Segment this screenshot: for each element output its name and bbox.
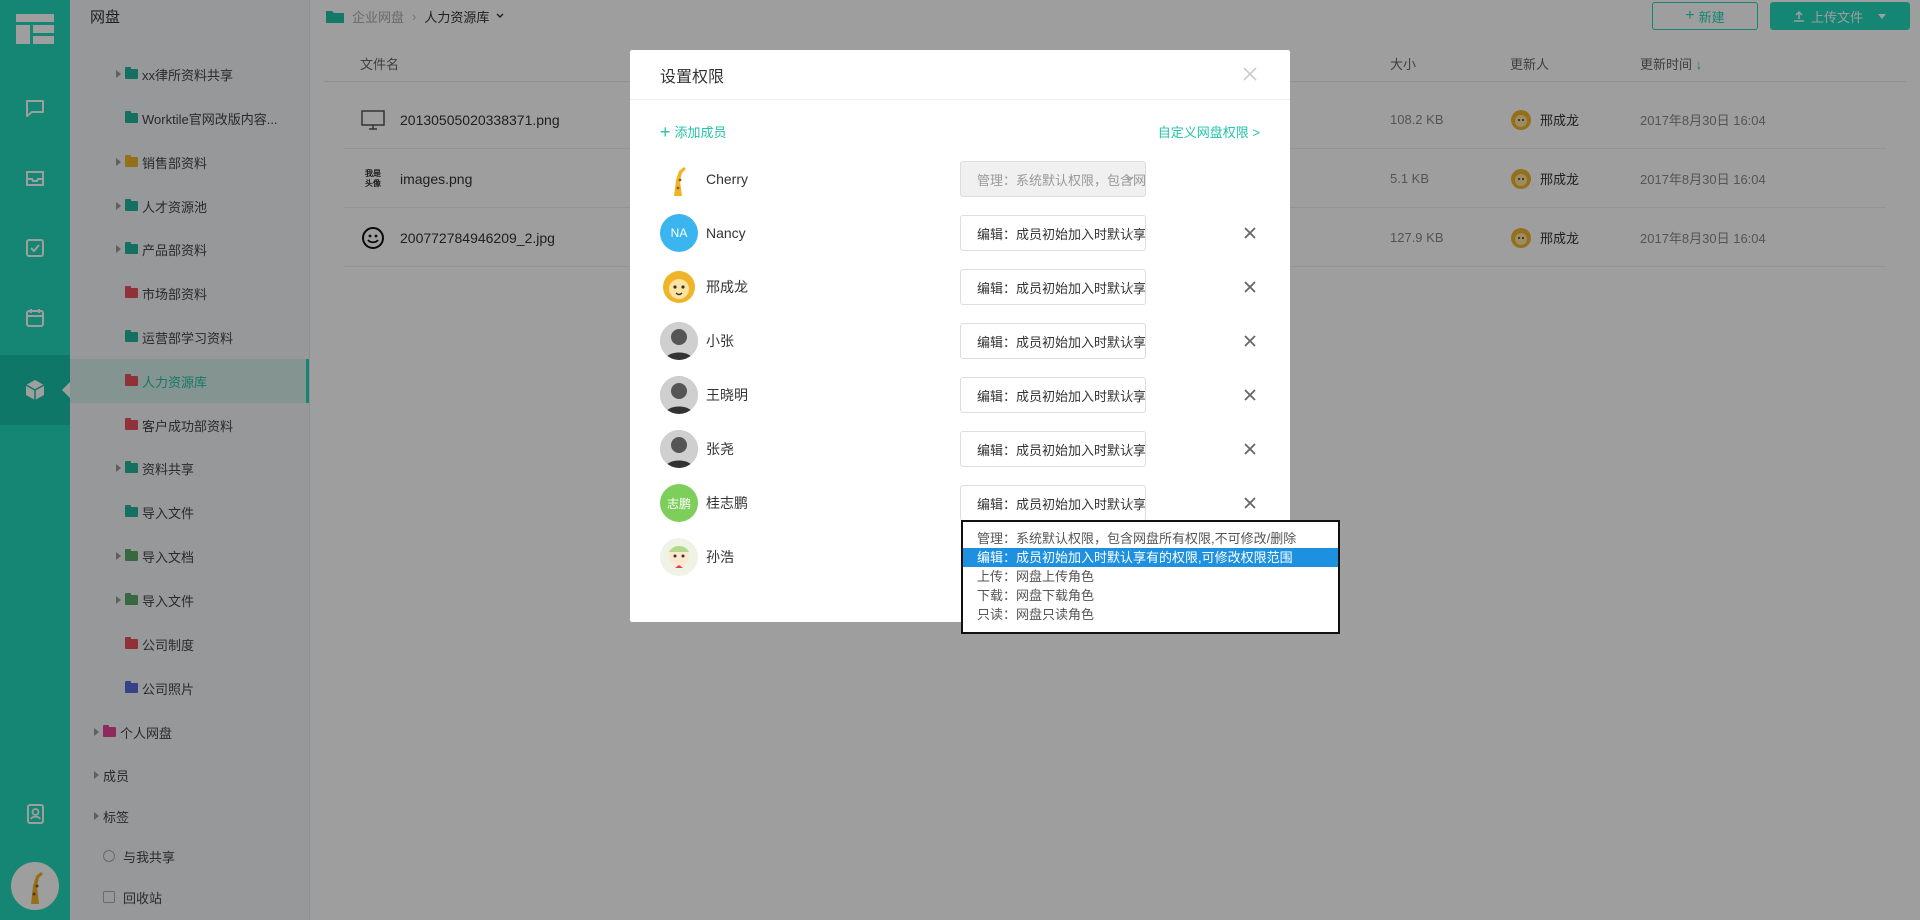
add-member-button[interactable]: + 添加成员: [660, 122, 727, 141]
member-role-value: 编辑：成员初始加入时默认享有的权限: [977, 388, 1146, 404]
member-role-value: 编辑：成员初始加入时默认享有的权限: [977, 280, 1146, 296]
custom-permission-link[interactable]: 自定义网盘权限 >: [1158, 122, 1260, 141]
remove-member-icon[interactable]: [1240, 223, 1260, 243]
add-member-label: 添加成员: [674, 125, 727, 140]
remove-member-icon[interactable]: [1240, 331, 1260, 351]
plus-icon: +: [660, 121, 671, 142]
member-role-select[interactable]: 编辑：成员初始加入时默认享有的权限: [960, 323, 1146, 359]
member-role-value: 编辑：成员初始加入时默认享有的权限: [977, 226, 1146, 242]
role-option[interactable]: 上传：网盘上传角色: [963, 567, 1338, 586]
member-name: 桂志鹏: [706, 495, 748, 511]
role-dropdown-menu: 管理：系统默认权限，包含网盘所有权限,不可修改/删除 编辑：成员初始加入时默认享有…: [961, 520, 1340, 634]
member-name: Cherry: [706, 171, 749, 187]
member-role-select[interactable]: 编辑：成员初始加入时默认享有的权限: [960, 431, 1146, 467]
member-role-select[interactable]: 编辑：成员初始加入时默认享有的权限: [960, 215, 1146, 251]
member-row: 邢成龙 编辑：成员初始加入时默认享有的权限: [660, 267, 1260, 307]
member-avatar: 志鹏: [660, 484, 698, 522]
member-avatar: [660, 160, 698, 198]
role-option[interactable]: 下载：网盘下载角色: [963, 586, 1338, 605]
chevron-down-icon: [1126, 446, 1134, 451]
member-avatar: [660, 376, 698, 414]
member-role-select[interactable]: 编辑：成员初始加入时默认享有的权限: [960, 485, 1146, 521]
chevron-down-icon: [1126, 500, 1134, 505]
member-avatar: [660, 268, 698, 306]
member-name: 王晓明: [706, 387, 748, 403]
member-row: 张尧 编辑：成员初始加入时默认享有的权限: [660, 429, 1260, 469]
member-avatar-text: 志鹏: [666, 496, 691, 511]
member-role-select: 管理：系统默认权限，包含网盘所有权限: [960, 161, 1146, 197]
role-option[interactable]: 只读：网盘只读角色: [963, 605, 1338, 624]
remove-member-icon[interactable]: [1240, 493, 1260, 513]
member-row: NA Nancy 编辑：成员初始加入时默认享有的权限: [660, 213, 1260, 253]
remove-member-icon[interactable]: [1240, 277, 1260, 297]
remove-member-icon[interactable]: [1240, 439, 1260, 459]
member-role-value: 编辑：成员初始加入时默认享有的权限: [977, 334, 1146, 350]
role-option[interactable]: 管理：系统默认权限，包含网盘所有权限,不可修改/删除: [963, 529, 1338, 548]
member-name: 邢成龙: [706, 279, 748, 295]
member-role-select[interactable]: 编辑：成员初始加入时默认享有的权限: [960, 377, 1146, 413]
member-avatar: [660, 322, 698, 360]
chevron-down-icon: [1126, 338, 1134, 343]
member-name: 小张: [706, 333, 734, 349]
role-option[interactable]: 编辑：成员初始加入时默认享有的权限,可修改权限范围: [963, 548, 1338, 567]
member-name: Nancy: [706, 225, 746, 241]
member-row: 志鹏桂志鹏 编辑：成员初始加入时默认享有的权限: [660, 483, 1260, 523]
chevron-down-icon: [1126, 392, 1134, 397]
member-role-select[interactable]: 编辑：成员初始加入时默认享有的权限: [960, 269, 1146, 305]
member-name: 张尧: [706, 441, 734, 457]
member-role-value: 编辑：成员初始加入时默认享有的权限: [977, 442, 1146, 458]
member-avatar: NA: [660, 214, 698, 252]
member-avatar-text: NA: [670, 226, 688, 240]
member-row: 小张 编辑：成员初始加入时默认享有的权限: [660, 321, 1260, 361]
member-row: 王晓明 编辑：成员初始加入时默认享有的权限: [660, 375, 1260, 415]
chevron-down-icon: [1126, 230, 1134, 235]
member-role-value: 编辑：成员初始加入时默认享有的权限: [977, 496, 1146, 512]
member-row: Cherry 管理：系统默认权限，包含网盘所有权限: [660, 159, 1260, 199]
chevron-down-icon: [1126, 284, 1134, 289]
modal-toolbar: + 添加成员 自定义网盘权限 >: [660, 122, 1260, 142]
member-name: 孙浩: [706, 549, 734, 565]
member-role-value: 管理：系统默认权限，包含网盘所有权限: [977, 172, 1146, 188]
chevron-down-icon: [1126, 176, 1134, 181]
member-avatar: [660, 430, 698, 468]
remove-member-icon[interactable]: [1240, 385, 1260, 405]
close-icon[interactable]: [1240, 64, 1260, 84]
modal-title: 设置权限: [660, 68, 725, 86]
member-avatar: [660, 538, 698, 576]
